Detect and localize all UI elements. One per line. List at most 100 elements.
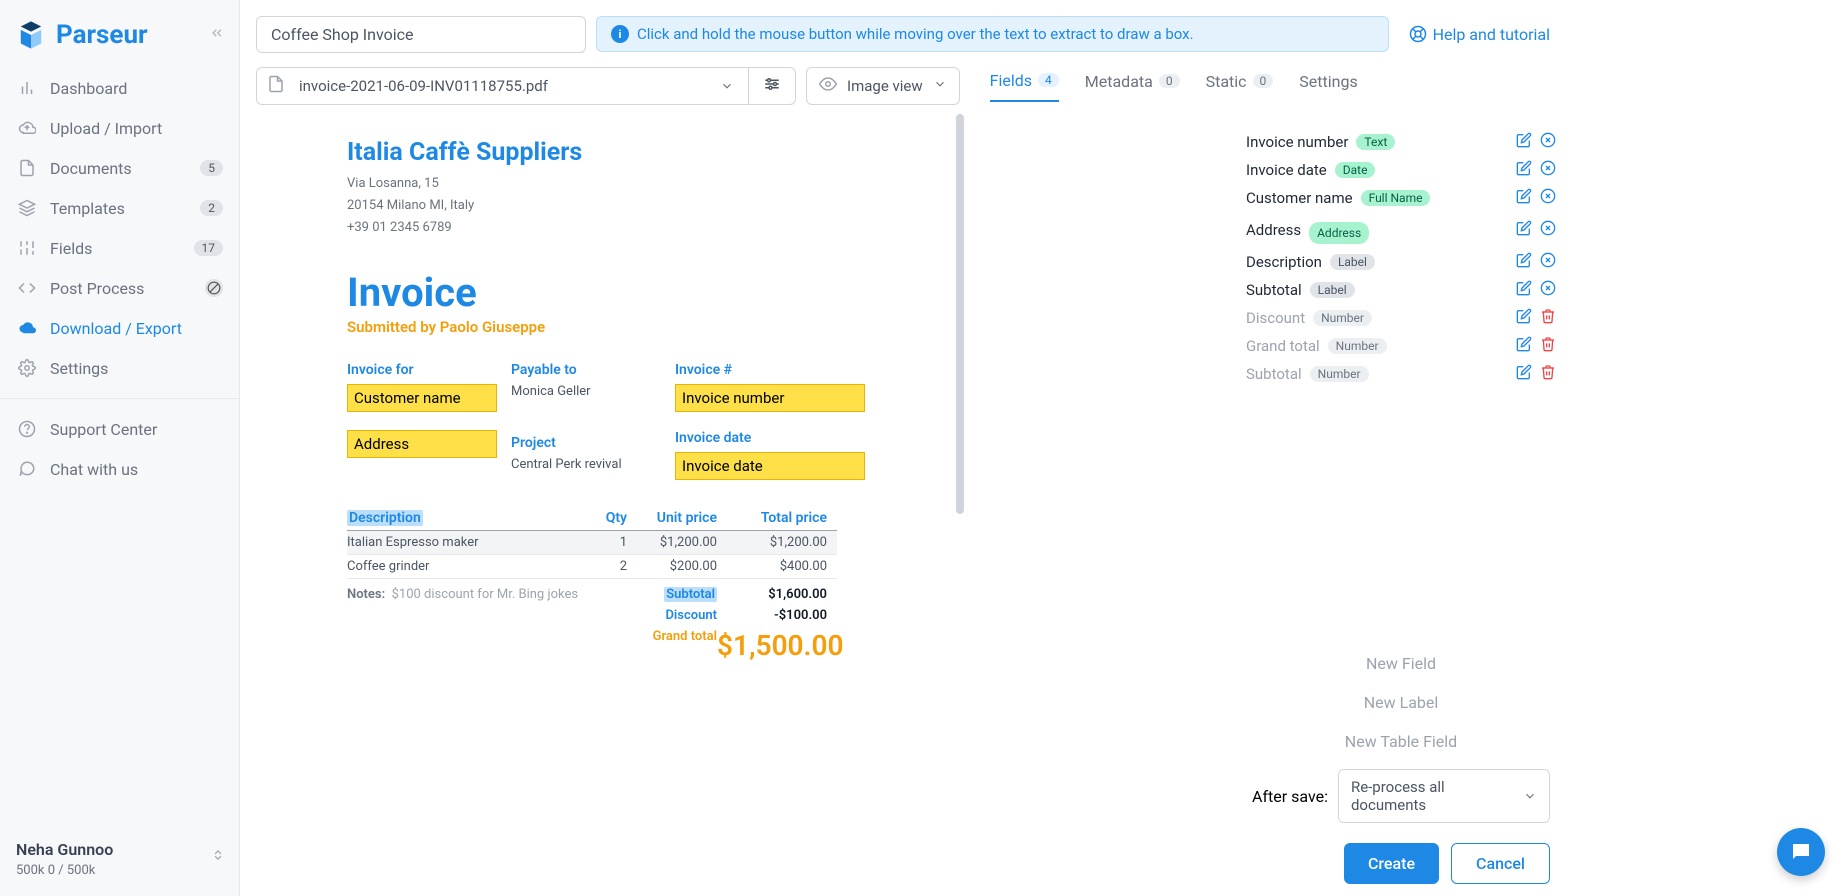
- parseur-logo-icon: [14, 18, 48, 52]
- field-highlight-address[interactable]: Address: [347, 430, 497, 458]
- field-row[interactable]: Description Label: [1236, 248, 1566, 276]
- chat-icon: [16, 458, 38, 480]
- field-row[interactable]: Subtotal Number: [1236, 360, 1566, 388]
- gear-icon: [16, 357, 38, 379]
- table-row: Italian Espresso maker 1 $1,200.00 $1,20…: [347, 531, 837, 555]
- edit-field-icon[interactable]: [1516, 280, 1532, 300]
- edit-field-icon[interactable]: [1516, 160, 1532, 180]
- field-row[interactable]: Grand totalNumber: [1236, 332, 1566, 360]
- tab-settings[interactable]: Settings: [1299, 72, 1357, 101]
- badge-count: 5: [200, 160, 223, 176]
- hint-text: Click and hold the mouse button while mo…: [637, 25, 1194, 43]
- field-row[interactable]: Invoice date Date: [1236, 156, 1566, 184]
- field-highlight-invoice-date[interactable]: Invoice date: [675, 452, 865, 480]
- field-name: Description: [1246, 253, 1322, 271]
- edit-field-icon[interactable]: [1516, 132, 1532, 152]
- field-row[interactable]: SubtotalLabel: [1236, 276, 1566, 304]
- edit-field-icon[interactable]: [1516, 188, 1532, 208]
- field-name: Customer name: [1246, 189, 1353, 207]
- field-row[interactable]: AddressAddress: [1236, 212, 1566, 248]
- field-name: Subtotal: [1246, 365, 1302, 383]
- tab-metadata[interactable]: Metadata 0: [1085, 72, 1180, 101]
- new-table-field-button[interactable]: New Table Field: [1252, 722, 1550, 761]
- delete-field-icon[interactable]: [1540, 220, 1556, 240]
- field-name: Invoice date: [1246, 161, 1327, 179]
- field-row[interactable]: Invoice numberText: [1236, 128, 1566, 156]
- field-type-badge: Number: [1310, 366, 1369, 382]
- cell-payable-to: Payable to Monica Geller Project Central…: [511, 362, 661, 480]
- field-list: Invoice numberText Invoice date Date Custom…: [1236, 122, 1566, 394]
- edit-field-icon[interactable]: [1516, 308, 1532, 328]
- sidebar-item-fields[interactable]: Fields 17: [0, 228, 239, 268]
- tab-fields[interactable]: Fields 4: [990, 71, 1059, 102]
- sidebar-item-chat[interactable]: Chat with us: [0, 449, 239, 489]
- hint-banner: i Click and hold the mouse button while …: [596, 16, 1389, 52]
- document-canvas[interactable]: Italia Caffè Suppliers Via Losanna, 15 2…: [252, 114, 964, 896]
- field-highlight-invoice-number[interactable]: Invoice number: [675, 384, 865, 412]
- new-field-button[interactable]: New Field: [1252, 644, 1550, 683]
- user-menu-toggle-icon[interactable]: [211, 848, 225, 866]
- col-total-price: Total price: [717, 510, 827, 526]
- sidebar-item-upload[interactable]: Upload / Import: [0, 108, 239, 148]
- sidebar-item-post-process[interactable]: Post Process: [0, 268, 239, 308]
- delete-field-icon[interactable]: [1540, 336, 1556, 356]
- delete-field-icon[interactable]: [1540, 280, 1556, 300]
- tab-count: 0: [1253, 74, 1274, 88]
- user-name: Neha Gunnoo: [16, 840, 223, 859]
- scrollbar-vertical[interactable]: [956, 114, 964, 896]
- sidebar-item-label: Settings: [50, 359, 108, 378]
- logo-row: Parseur: [0, 0, 239, 62]
- sidebar-item-label: Templates: [50, 199, 125, 218]
- sidebar-item-label: Post Process: [50, 279, 144, 298]
- sidebar-item-label: Chat with us: [50, 460, 138, 479]
- delete-field-icon[interactable]: [1540, 308, 1556, 328]
- create-button[interactable]: Create: [1344, 843, 1439, 884]
- tab-count: 0: [1159, 74, 1180, 88]
- edit-field-icon[interactable]: [1516, 364, 1532, 384]
- right-panel-tabs: Fields 4 Metadata 0 Static 0 Settings: [990, 71, 1550, 102]
- delete-field-icon[interactable]: [1540, 188, 1556, 208]
- field-type-badge: Number: [1328, 338, 1387, 354]
- sidebar-item-settings[interactable]: Settings: [0, 348, 239, 388]
- view-selector[interactable]: Image view: [806, 67, 960, 105]
- delete-field-icon[interactable]: [1540, 132, 1556, 152]
- sidebar-item-label: Support Center: [50, 420, 157, 439]
- field-type-badge: Label: [1330, 254, 1375, 270]
- template-title-input[interactable]: [256, 16, 586, 53]
- field-highlight-customer-name[interactable]: Customer name: [347, 384, 497, 412]
- delete-field-icon[interactable]: [1540, 364, 1556, 384]
- tab-label: Metadata: [1085, 72, 1153, 91]
- tab-label: Static: [1206, 72, 1247, 91]
- delete-field-icon[interactable]: [1540, 252, 1556, 272]
- field-type-badge: Date: [1335, 162, 1376, 178]
- badge-count: 2: [200, 200, 223, 216]
- edit-field-icon[interactable]: [1516, 336, 1532, 356]
- chat-launcher[interactable]: [1777, 828, 1825, 876]
- tab-static[interactable]: Static 0: [1206, 72, 1274, 101]
- dashboard-icon: [16, 77, 38, 99]
- sidebar-item-documents[interactable]: Documents 5: [0, 148, 239, 188]
- sidebar-item-dashboard[interactable]: Dashboard: [0, 68, 239, 108]
- field-row[interactable]: DiscountNumber: [1236, 304, 1566, 332]
- after-save-select[interactable]: Re-process all documents: [1338, 769, 1550, 823]
- code-icon: [16, 277, 38, 299]
- cancel-button[interactable]: Cancel: [1451, 843, 1550, 884]
- file-dropdown-icon[interactable]: [706, 68, 749, 104]
- new-label-button[interactable]: New Label: [1252, 683, 1550, 722]
- sidebar-item-download-export[interactable]: Download / Export: [0, 308, 239, 348]
- eye-icon: [819, 75, 837, 97]
- edit-field-icon[interactable]: [1516, 220, 1532, 240]
- edit-field-icon[interactable]: [1516, 252, 1532, 272]
- help-link[interactable]: Help and tutorial: [1409, 25, 1550, 44]
- file-filter-icon[interactable]: [749, 75, 795, 97]
- supplier-name: Italia Caffè Suppliers: [347, 138, 964, 167]
- collapse-sidebar-icon[interactable]: [209, 25, 225, 45]
- val-subtotal: $1,600.00: [717, 587, 827, 602]
- sidebar-item-templates[interactable]: Templates 2: [0, 188, 239, 228]
- sidebar-item-label: Documents: [50, 159, 132, 178]
- delete-field-icon[interactable]: [1540, 160, 1556, 180]
- cell-invoice-for: Invoice for Customer name Address: [347, 362, 497, 480]
- field-row[interactable]: Customer nameFull Name: [1236, 184, 1566, 212]
- help-label: Help and tutorial: [1433, 25, 1550, 44]
- sidebar-item-support[interactable]: Support Center: [0, 409, 239, 449]
